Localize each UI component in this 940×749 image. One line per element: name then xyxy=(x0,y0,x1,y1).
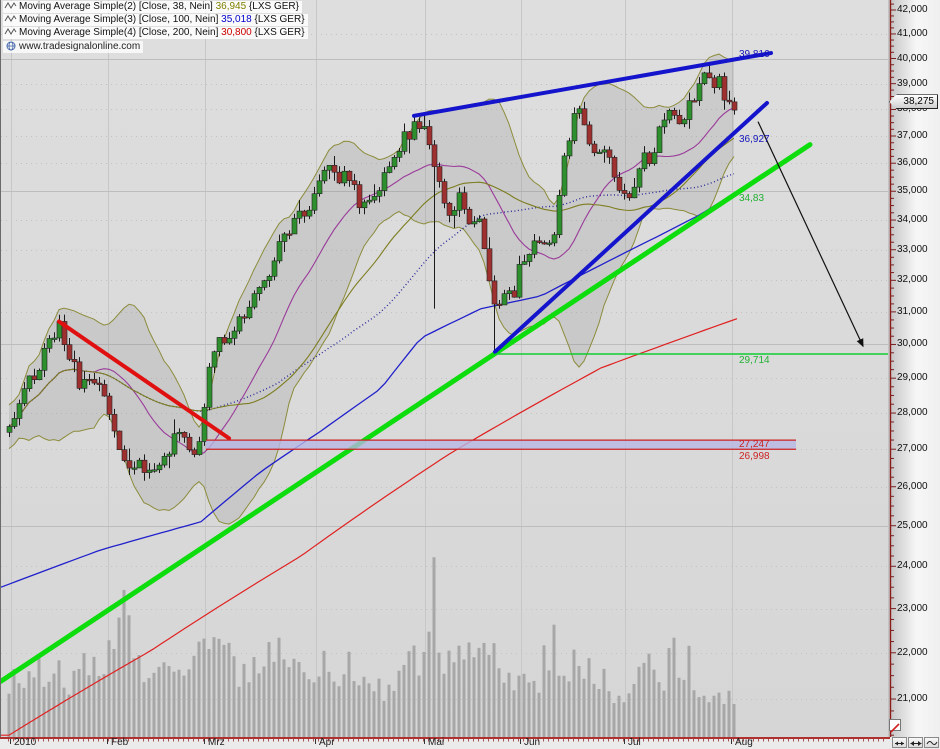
time-axis[interactable]: 2010 Feb Mrz Apr Mai Jun Jul Aug xyxy=(0,737,940,749)
legend-value: 36,945 xyxy=(215,1,247,12)
price-label-wedge-top[interactable]: 39,816 xyxy=(739,50,770,60)
wave-icon xyxy=(926,735,938,749)
y-axis-label: 42,000 xyxy=(897,4,928,15)
y-axis-label: 26,000 xyxy=(897,480,928,492)
line-series-icon xyxy=(4,15,17,22)
legend-row-ma38[interactable]: Moving Average Simple(2) [Close, 38, Nei… xyxy=(3,1,302,13)
y-axis-label: 31,000 xyxy=(897,305,928,317)
price-chart-svg[interactable] xyxy=(1,0,889,737)
axis-scale-icon[interactable] xyxy=(889,719,901,733)
line-series-icon xyxy=(4,2,17,9)
y-axis-label: 33,000 xyxy=(897,243,928,255)
x-axis-label-2010: 2010 xyxy=(14,737,37,748)
arrows-horizontal-icon xyxy=(910,735,922,749)
y-axis-label: 29,000 xyxy=(897,372,928,384)
legend-symbol: {LXS GER} xyxy=(251,14,305,25)
legend-label: Moving Average Simple(2) [Close, 38, Nei… xyxy=(19,1,216,12)
legend-row-ma200[interactable]: Moving Average Simple(4) [Close, 200, Ne… xyxy=(3,27,308,39)
x-axis-label-feb: Feb xyxy=(111,737,129,748)
copyright-row: www.tradesignalonline.com xyxy=(3,41,144,53)
x-axis-label-aug: Aug xyxy=(735,737,753,748)
y-axis-label: 34,000 xyxy=(897,214,928,226)
y-axis-label: 25,000 xyxy=(897,519,928,531)
projection-arrow xyxy=(757,121,864,348)
x-axis-label-jun: Jun xyxy=(524,737,541,748)
y-axis-label: 28,000 xyxy=(897,407,928,419)
y-axis-label: 37,000 xyxy=(897,129,928,141)
price-axis[interactable]: 38,275 21,000 22,000 23,000 24,000 25,000 26,… xyxy=(888,0,940,737)
x-axis-label-mai: Mai xyxy=(428,737,445,748)
y-axis-label: 32,000 xyxy=(897,274,928,286)
y-axis-label: 35,000 xyxy=(897,185,928,197)
time-axis-ticks xyxy=(0,737,890,744)
y-axis-label: 21,000 xyxy=(897,693,928,705)
price-label-support-green[interactable]: 29,714 xyxy=(739,355,770,366)
x-axis-label-jul: Jul xyxy=(628,737,641,748)
price-label-green-trend[interactable]: 34,83 xyxy=(739,194,764,204)
arrows-horizontal-small-icon xyxy=(894,735,905,749)
y-axis-label: 40,000 xyxy=(897,52,928,64)
chart-area[interactable]: Moving Average Simple(2) [Close, 38, Nei… xyxy=(0,0,889,737)
legend-label: Moving Average Simple(3) [Close, 100, Ne… xyxy=(19,14,222,25)
legend-symbol: {LXS GER} xyxy=(246,1,299,12)
y-axis-label: 39,000 xyxy=(897,77,928,89)
y-axis-label: 27,000 xyxy=(897,443,928,455)
price-label-resist-red-1[interactable]: 27,247 xyxy=(739,440,770,450)
legend-label: Moving Average Simple(4) [Close, 200, Ne… xyxy=(19,27,222,38)
copyright-text: www.tradesignalonline.com xyxy=(19,41,141,52)
legend-symbol: {LXS GER} xyxy=(251,27,305,38)
volume-bars xyxy=(7,557,736,737)
scale-wave-button[interactable] xyxy=(924,737,939,748)
indicator-legend: Moving Average Simple(2) [Close, 38, Nei… xyxy=(3,1,308,53)
legend-value: 30,800 xyxy=(221,27,252,38)
y-axis-label: 30,000 xyxy=(897,338,928,350)
y-axis-label: 41,000 xyxy=(897,27,928,39)
price-label-wedge-bottom[interactable]: 36,927 xyxy=(739,134,770,145)
compress-time-axis-button[interactable] xyxy=(892,737,907,748)
x-axis-label-mrz: Mrz xyxy=(208,737,225,748)
expand-time-axis-button[interactable] xyxy=(908,737,923,748)
y-axis-label: 23,000 xyxy=(897,602,928,614)
y-axis-label: 36,000 xyxy=(897,157,928,169)
price-label-resist-red-2[interactable]: 26,998 xyxy=(739,452,770,462)
resistance-zone-fill xyxy=(206,440,796,450)
globe-icon xyxy=(6,41,16,51)
line-series-icon xyxy=(4,28,17,35)
last-price-tag: 38,275 xyxy=(889,94,938,110)
y-axis-label: 22,000 xyxy=(897,646,928,658)
axis-toolbar xyxy=(892,737,939,749)
y-axis-label: 24,000 xyxy=(897,560,928,572)
legend-row-ma100[interactable]: Moving Average Simple(3) [Close, 100, Ne… xyxy=(3,14,308,26)
legend-value: 35,018 xyxy=(221,14,252,25)
trading-chart-window: Moving Average Simple(2) [Close, 38, Nei… xyxy=(0,0,940,749)
x-axis-label-apr: Apr xyxy=(319,737,335,748)
